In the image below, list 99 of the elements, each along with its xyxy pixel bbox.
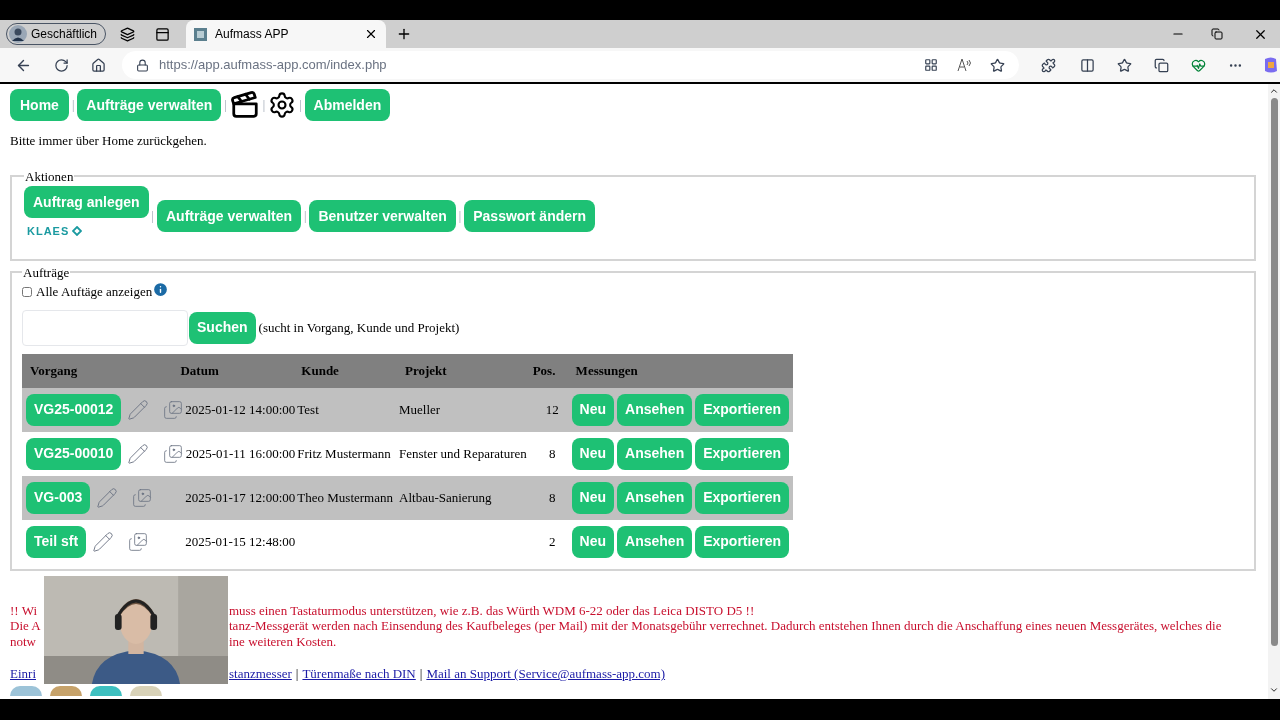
read-aloud-icon[interactable] (957, 58, 973, 72)
column-header: Projekt (397, 353, 533, 388)
measurement-button[interactable]: Exportieren (695, 393, 789, 426)
workspaces-icon[interactable] (120, 26, 136, 42)
restore-icon[interactable] (1211, 28, 1223, 40)
panel-legend: Aufträge (22, 262, 71, 282)
project-cell: Altbau-Sanierung (399, 489, 492, 505)
customer-cell: Theo Mustermann (297, 489, 393, 505)
address-field[interactable]: https://app.aufmass-app.com/index.php (121, 51, 1020, 79)
settings-icon[interactable] (268, 91, 297, 119)
measurement-button[interactable]: Exportieren (695, 525, 789, 558)
scroll-down-icon[interactable] (1269, 685, 1279, 695)
measurement-button[interactable]: Ansehen (617, 393, 693, 426)
clapperboard-icon[interactable] (229, 90, 260, 120)
separator: | (224, 97, 227, 113)
show-all-checkbox[interactable] (22, 286, 32, 297)
panel-legend: Aktionen (24, 166, 75, 186)
hint-text: Bitte immer über Home zurückgehen. (10, 132, 208, 150)
footer-link[interactable]: Einri (10, 666, 36, 681)
action-button[interactable]: Passwort ändern (464, 200, 596, 232)
date-cell-text: 2025-01-15 12:48:00 (185, 532, 296, 551)
notice-text: muss einen Tastaturmodus unterstützen, wie z.B. das Würth WDM 6-22 oder das Leica DISTO D5 !! (229, 602, 755, 618)
separator: | (151, 208, 154, 224)
column-header: Kunde (295, 353, 398, 388)
action-button[interactable]: Auftrag anlegen (24, 186, 149, 218)
action-button[interactable]: Benutzer verwalten (309, 200, 456, 232)
health-icon[interactable] (1191, 57, 1207, 73)
show-all-label: Alle Auftäge anzeigen (36, 283, 153, 301)
position-count: 8 (548, 489, 556, 505)
split-screen-icon[interactable] (1080, 57, 1096, 73)
browser-tab[interactable]: Aufmass APP (186, 20, 387, 48)
separator: | (299, 97, 302, 113)
measurement-button[interactable]: Ansehen (617, 437, 693, 470)
photos-icon[interactable] (128, 531, 149, 552)
notice-text: !! Wi (10, 602, 38, 618)
photos-icon[interactable] (163, 443, 184, 464)
customer-cell: Fritz Mustermann (297, 445, 391, 461)
order-button[interactable]: VG25-00010 (26, 437, 122, 470)
customer-cell: Test (297, 401, 319, 417)
separator: | (304, 208, 307, 224)
position-count: 12 (545, 401, 559, 417)
measurement-button[interactable]: Ansehen (617, 525, 693, 558)
favorites-icon[interactable] (1117, 57, 1133, 73)
footer-link[interactable]: Mail an Support (Service@aufmass-app.com) (426, 664, 666, 684)
footer-link[interactable]: stanzmesser (229, 664, 292, 684)
action-button[interactable]: Aufträge verwalten (157, 200, 302, 232)
nav-button[interactable]: Aufträge verwalten (77, 89, 222, 121)
nav-button[interactable]: Home (10, 89, 69, 121)
position-count: 2 (548, 533, 556, 549)
column-header: Messungen (571, 353, 793, 388)
position-count: 8 (548, 445, 556, 461)
measurement-button[interactable]: Exportieren (695, 437, 789, 470)
avatar-icon (9, 25, 27, 43)
order-button[interactable]: Teil sft (26, 525, 87, 558)
favorite-icon[interactable] (990, 57, 1006, 73)
reload-icon[interactable] (54, 57, 69, 73)
order-button[interactable]: VG25-00012 (26, 393, 122, 426)
measurement-button[interactable]: Exportieren (695, 481, 789, 514)
search-field[interactable] (22, 309, 188, 346)
info-icon[interactable] (152, 280, 170, 298)
separator: | (262, 97, 266, 113)
extensions-icon[interactable] (1041, 57, 1057, 73)
measurement-button[interactable]: Neu (571, 481, 615, 514)
column-header: Pos. (532, 353, 572, 388)
nav-button[interactable]: Abmelden (304, 89, 391, 121)
link-separator: | (419, 665, 423, 683)
search-button[interactable]: Suchen (189, 311, 256, 344)
footer-link[interactable]: Türenmaße nach DIN (302, 664, 416, 684)
klaes-logo: KLAES (27, 224, 70, 239)
column-header: Vorgang (22, 353, 181, 388)
measurement-button[interactable]: Neu (571, 393, 615, 426)
separator: | (458, 208, 462, 224)
tab-actions-icon[interactable] (155, 26, 171, 42)
project-cell: Fenster und Reparaturen (399, 445, 527, 461)
date-cell-text: 2025-01-17 12:00:00 (185, 488, 296, 507)
favicon-icon (194, 27, 208, 41)
link-separator: | (295, 665, 299, 683)
scrollbar[interactable] (1268, 84, 1280, 699)
date-cell-text: 2025-01-11 16:00:00 (185, 444, 296, 463)
lock-icon (135, 58, 149, 72)
measurement-button[interactable]: Ansehen (617, 481, 693, 514)
apps-icon[interactable] (924, 58, 939, 72)
measurement-button[interactable]: Neu (571, 525, 615, 558)
measurement-button[interactable]: Neu (571, 437, 615, 470)
collections-icon[interactable] (1154, 57, 1170, 73)
order-button[interactable]: VG-003 (26, 481, 91, 514)
copilot-icon[interactable] (1262, 56, 1280, 74)
notice-text: tanz-Messgerät werden nach Einsendung des Kaufbeleges (per Mail) mit der Monatsgebühr verrechnet. Dadurch entstehen Ihnen durch die Anschaffung eines neuen Messgerätes, welches die (229, 618, 1222, 634)
search-hint: (sucht in Vorgang, Kunde und Projekt) (258, 318, 460, 337)
notice-text: ine weiteren Kosten. (229, 633, 337, 649)
diamond-icon (72, 226, 83, 237)
separator: | (71, 97, 75, 113)
date-cell-text: 2025-01-12 14:00:00 (185, 400, 296, 419)
project-cell: Mueller (399, 401, 441, 417)
home-icon[interactable] (90, 57, 106, 73)
notice-text: Die A (10, 618, 41, 633)
notice-text: notw (10, 633, 36, 649)
scroll-up-icon[interactable] (1269, 86, 1279, 96)
column-header: Datum (180, 353, 296, 388)
